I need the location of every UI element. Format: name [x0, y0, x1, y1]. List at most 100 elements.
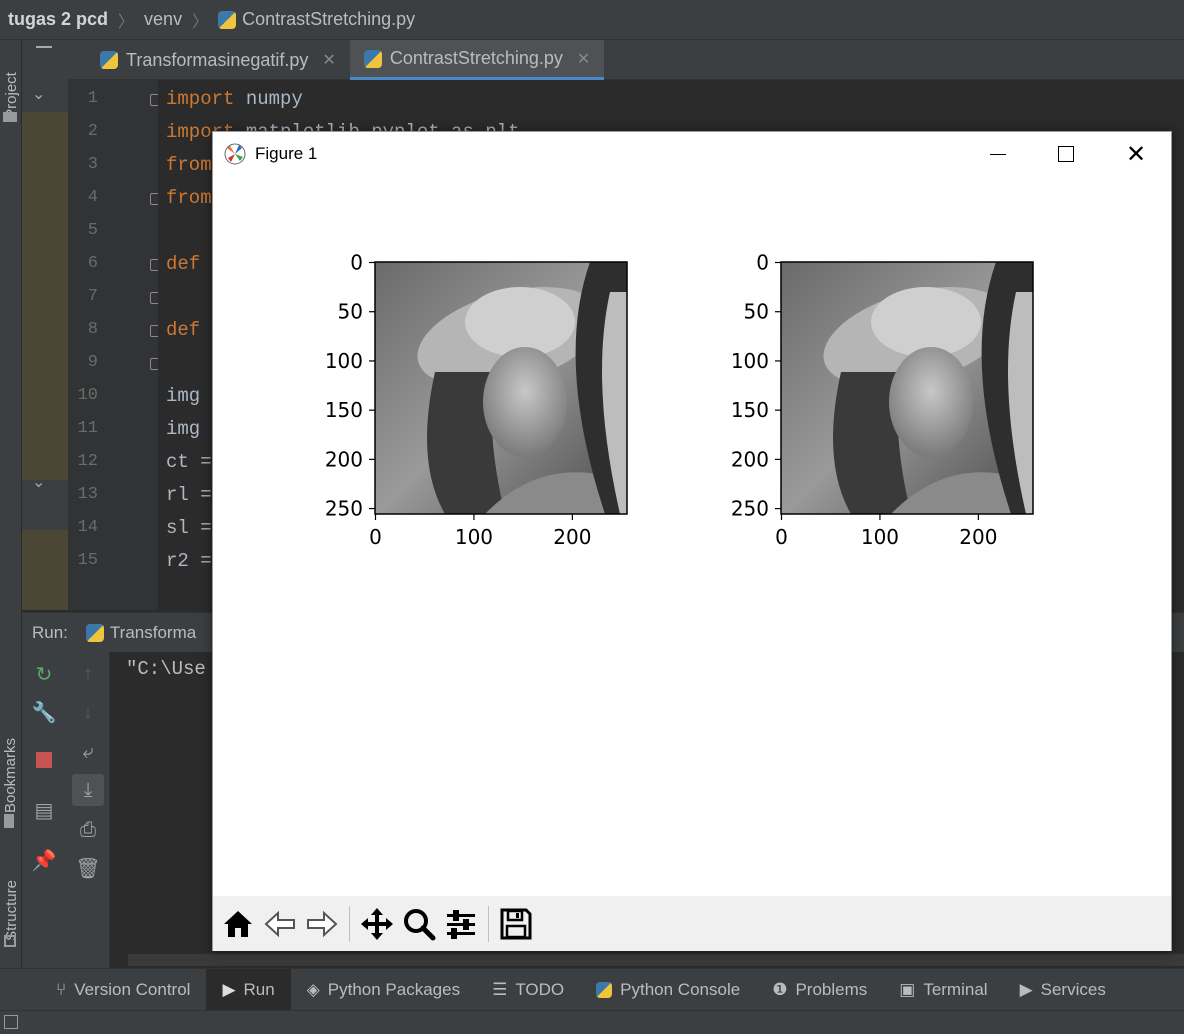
project-tree[interactable]: [22, 112, 68, 480]
chevron-right-icon: 〉: [118, 13, 135, 31]
status-toggle-icon[interactable]: [4, 1015, 18, 1029]
python-packages-button[interactable]: ◈ Python Packages: [291, 969, 476, 1011]
line-number: 7: [87, 287, 98, 306]
wrench-icon[interactable]: 🔧: [28, 696, 60, 728]
run-button[interactable]: ▶ Run: [206, 968, 291, 1011]
image-subplot-left[interactable]: 0501001502002500 100 200: [303, 242, 643, 582]
code-keyword: from: [166, 154, 212, 176]
project-panel: ⌄ ⌄: [22, 40, 68, 610]
x-tick-label: 100: [861, 525, 899, 549]
layers-icon: ◈: [306, 979, 320, 999]
horizontal-scrollbar[interactable]: [128, 954, 1184, 966]
pan-button[interactable]: [358, 903, 396, 945]
x-tick-label: 100: [455, 525, 493, 549]
version-control-button[interactable]: ⑂ Version Control: [40, 969, 206, 1011]
close-button[interactable]: ✕: [1101, 132, 1171, 176]
breadcrumb-file[interactable]: ContrastStretching.py: [242, 9, 415, 30]
tab-label: ContrastStretching.py: [389, 48, 563, 68]
run-toolbar-primary: ↻ 🔧 ▤ 📌: [22, 652, 66, 968]
folder-icon: [3, 112, 17, 122]
python-file-icon: [218, 10, 237, 29]
minimize-button[interactable]: [963, 132, 1033, 176]
arrow-down-icon[interactable]: ↓: [72, 696, 104, 728]
zoom-button[interactable]: [400, 903, 438, 945]
figure-titlebar[interactable]: Figure 1 ✕: [213, 132, 1171, 176]
figure-title: Figure 1: [255, 144, 318, 163]
forward-button[interactable]: [303, 903, 341, 945]
run-config-tab[interactable]: Transforma: [85, 622, 197, 643]
x-tick-label: 0: [775, 525, 788, 549]
arrow-up-icon[interactable]: ↑: [72, 658, 104, 690]
problems-button[interactable]: ❶ Problems: [756, 969, 883, 1011]
services-icon: ▶: [1019, 979, 1033, 999]
configure-subplots-button[interactable]: [442, 903, 480, 945]
breadcrumb-folder[interactable]: venv: [144, 9, 182, 30]
close-icon[interactable]: ✕: [577, 49, 590, 69]
maximize-button[interactable]: [1031, 132, 1101, 176]
project-tree-lower[interactable]: [22, 530, 68, 610]
code-text: rl =: [166, 484, 212, 506]
code-keyword: def: [166, 319, 201, 341]
line-number: 9: [87, 353, 98, 372]
breadcrumb-project[interactable]: tugas 2 pcd: [8, 9, 108, 30]
line-number: 5: [87, 221, 98, 240]
services-button[interactable]: ▶ Services: [1004, 969, 1122, 1011]
tabs-spacer: [68, 40, 86, 80]
save-button[interactable]: [497, 903, 535, 945]
zoom-icon: [404, 908, 436, 940]
code-text: sl =: [166, 517, 212, 539]
back-button[interactable]: [261, 903, 299, 945]
chevron-right-icon: 〉: [192, 13, 209, 31]
warning-icon: ❶: [772, 979, 788, 999]
y-tick-label: 0: [350, 251, 363, 275]
todo-button[interactable]: ☰ TODO: [476, 969, 580, 1011]
pin-icon[interactable]: 📌: [28, 844, 60, 876]
toolbar-separator: [488, 905, 489, 942]
stop-button[interactable]: [28, 744, 60, 776]
layout-icon[interactable]: ▤: [28, 794, 60, 826]
chevron-down-icon[interactable]: ⌄: [32, 472, 45, 492]
home-button[interactable]: [219, 903, 257, 945]
tab-transformasinegatif[interactable]: Transformasinegatif.py ✕: [86, 40, 350, 80]
y-tick-label: 200: [325, 447, 363, 471]
python-file-icon: [363, 49, 382, 68]
chevron-down-icon[interactable]: ⌄: [32, 84, 45, 104]
trash-icon[interactable]: 🗑: [72, 852, 104, 884]
figure-window[interactable]: Figure 1 ✕ 0 50 100 150 200 250 0 100 200 0 50 100…: [212, 131, 1172, 951]
run-toolbar-secondary: ↑ ↓ ⤶ ⤓ ⎙ 🗑: [66, 652, 110, 968]
tab-contraststretching[interactable]: ContrastStretching.py ✕: [349, 40, 605, 80]
editor-gutter: 1 2 3 4 5 6 7 8 9 10 11 12 13 14 15: [68, 80, 162, 610]
line-number: 4: [87, 188, 98, 207]
line-number: 11: [77, 419, 98, 438]
run-config-label: Transforma: [109, 622, 197, 642]
line-number: 1: [87, 89, 98, 108]
line-number: 2: [87, 122, 98, 141]
y-tick-label: 200: [731, 447, 769, 471]
line-number: 6: [87, 254, 98, 273]
python-icon: [596, 981, 613, 998]
scroll-to-end-icon[interactable]: ⤓: [72, 774, 104, 806]
image-subplot-right[interactable]: 0501001502002500 100 200: [709, 242, 1049, 582]
print-icon[interactable]: ⎙: [72, 814, 104, 846]
configure-icon: [447, 909, 475, 939]
line-number: 3: [87, 155, 98, 174]
code-text: img: [166, 418, 201, 440]
structure-icon: [4, 935, 16, 947]
minimize-icon[interactable]: [36, 46, 52, 48]
line-number: 8: [87, 320, 98, 339]
status-bar: [0, 1010, 1184, 1034]
run-label: Run:: [32, 622, 68, 642]
minimize-icon: [990, 153, 1006, 155]
soft-wrap-icon[interactable]: ⤶: [72, 736, 104, 768]
terminal-button[interactable]: ▣ Terminal: [883, 969, 1003, 1011]
code-text: img: [166, 385, 201, 407]
rerun-icon[interactable]: ↻: [28, 658, 60, 690]
python-console-button[interactable]: Python Console: [580, 969, 756, 1011]
code-keyword: import: [166, 88, 235, 110]
y-tick-label: 150: [731, 398, 769, 422]
close-icon[interactable]: ✕: [322, 50, 335, 70]
matplotlib-logo-icon: [224, 143, 246, 165]
console-output: "C:\Use: [126, 658, 206, 680]
save-icon: [500, 908, 532, 939]
code-text: numpy: [234, 88, 303, 110]
